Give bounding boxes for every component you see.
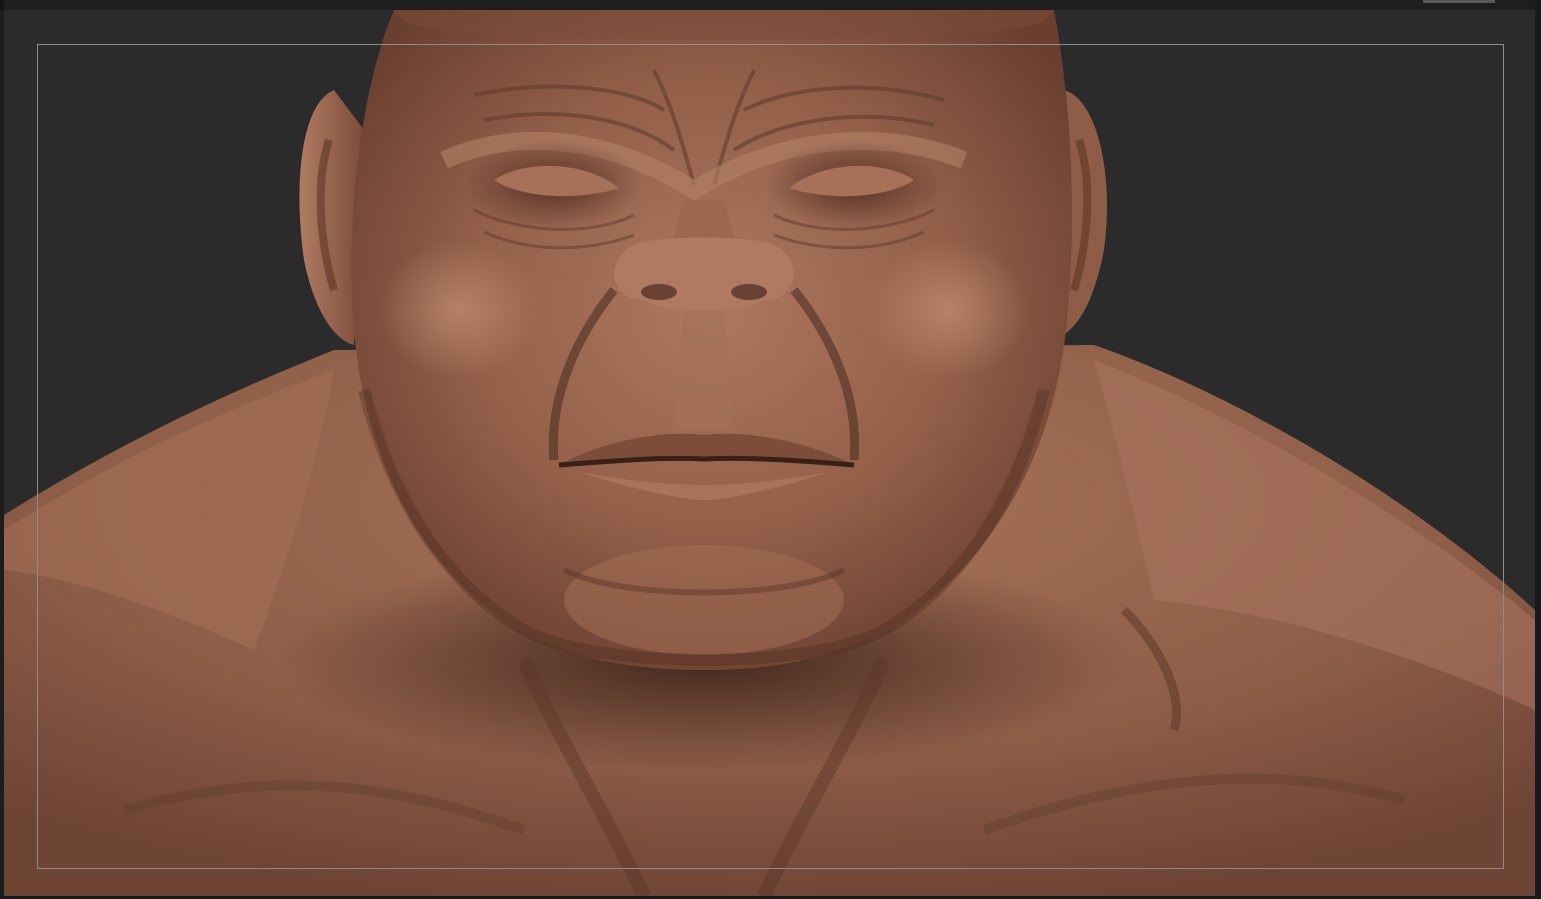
right-cheek-highlight: [869, 240, 1029, 380]
philtrum: [674, 310, 734, 430]
window-edge: [0, 0, 4, 10]
right-scroll-edge[interactable]: [1535, 0, 1541, 899]
sculpt-application: [0, 0, 1541, 899]
chin: [564, 545, 844, 655]
right-nostril: [731, 284, 767, 300]
sculpted-bust-icon: [4, 10, 1535, 896]
document-canvas[interactable]: [4, 10, 1535, 896]
toolbar-tab[interactable]: [1423, 0, 1495, 3]
left-cheek-highlight: [379, 240, 539, 380]
left-nostril: [641, 284, 677, 300]
top-toolbar-strip: [0, 0, 1541, 10]
